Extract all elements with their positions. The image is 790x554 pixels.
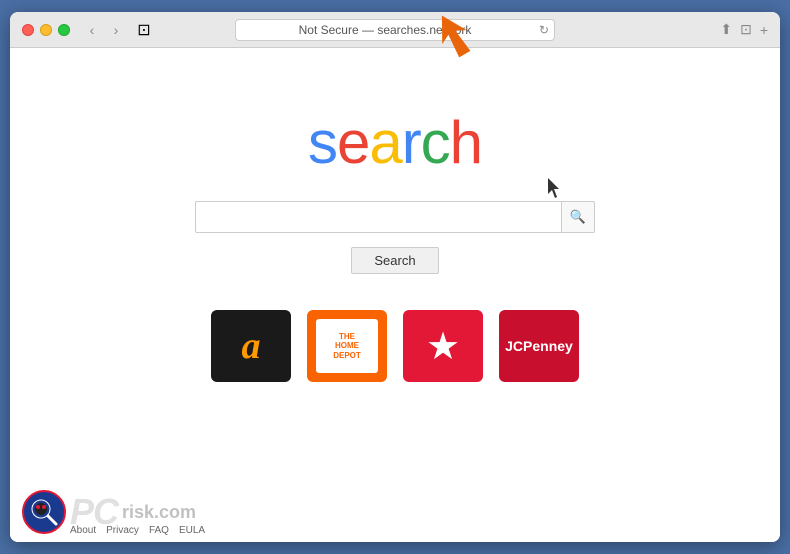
add-tab-icon[interactable]: + bbox=[760, 22, 768, 38]
close-button[interactable] bbox=[22, 24, 34, 36]
bookmark-homedepot[interactable]: THEHOMEDEPOT bbox=[307, 310, 387, 382]
logo-letter-r: r bbox=[402, 109, 421, 176]
arrow-annotation bbox=[425, 12, 480, 68]
search-icon-button[interactable]: 🔍 bbox=[561, 201, 595, 233]
site-logo: search bbox=[308, 108, 482, 177]
toolbar-right: ⬆ ⊡ + bbox=[720, 21, 768, 38]
logo-letter-s: s bbox=[308, 109, 337, 176]
title-bar: ‹ › ⊡ ↻ ⬆ ⊡ + bbox=[10, 12, 780, 48]
footer-eula[interactable]: EULA bbox=[179, 525, 205, 536]
search-button[interactable]: Search bbox=[351, 247, 438, 274]
amazon-logo: a bbox=[242, 324, 261, 368]
pcrisk-domain: risk.com bbox=[122, 502, 196, 523]
logo-letter-h: h bbox=[450, 109, 482, 176]
footer-about[interactable]: About bbox=[70, 525, 96, 536]
back-button[interactable]: ‹ bbox=[82, 20, 102, 40]
bookmark-jcpenney[interactable]: JCPenney bbox=[499, 310, 579, 382]
nav-buttons: ‹ › bbox=[82, 20, 126, 40]
forward-button[interactable]: › bbox=[106, 20, 126, 40]
footer-faq[interactable]: FAQ bbox=[149, 525, 169, 536]
homedepot-inner: THEHOMEDEPOT bbox=[316, 319, 378, 373]
pcrisk-icon bbox=[22, 490, 66, 534]
address-bar[interactable] bbox=[235, 19, 555, 41]
macys-star-icon: ★ bbox=[426, 324, 460, 369]
logo-letter-a: a bbox=[369, 109, 401, 176]
traffic-lights bbox=[22, 24, 70, 36]
cursor bbox=[548, 178, 560, 196]
browser-content: search 🔍 Search a THEHOMEDEPOT ★ bbox=[10, 48, 780, 542]
search-icon: 🔍 bbox=[570, 209, 586, 225]
jcpenney-text: JCPenney bbox=[505, 339, 573, 353]
watermark: PC risk.com About Privacy FAQ EULA bbox=[10, 462, 780, 542]
reload-button[interactable]: ↻ bbox=[539, 23, 549, 37]
bookmark-macys[interactable]: ★ bbox=[403, 310, 483, 382]
homedepot-text: THEHOMEDEPOT bbox=[333, 332, 361, 361]
address-bar-wrapper: ↻ bbox=[235, 19, 555, 41]
tab-icon: ⊡ bbox=[134, 20, 154, 40]
footer-privacy[interactable]: Privacy bbox=[106, 525, 139, 536]
new-tab-icon[interactable]: ⊡ bbox=[740, 21, 752, 38]
browser-window: ‹ › ⊡ ↻ ⬆ ⊡ + bbox=[10, 12, 780, 542]
maximize-button[interactable] bbox=[58, 24, 70, 36]
search-input[interactable] bbox=[195, 201, 561, 233]
footer-links: About Privacy FAQ EULA bbox=[70, 525, 205, 536]
bookmark-amazon[interactable]: a bbox=[211, 310, 291, 382]
logo-letter-e: e bbox=[337, 109, 369, 176]
search-box-container: 🔍 bbox=[195, 201, 595, 233]
share-icon[interactable]: ⬆ bbox=[720, 21, 732, 38]
logo-letter-c: c bbox=[421, 109, 450, 176]
bookmarks-row: a THEHOMEDEPOT ★ JCPenney bbox=[211, 310, 579, 382]
minimize-button[interactable] bbox=[40, 24, 52, 36]
address-bar-container: ↻ bbox=[235, 19, 555, 41]
